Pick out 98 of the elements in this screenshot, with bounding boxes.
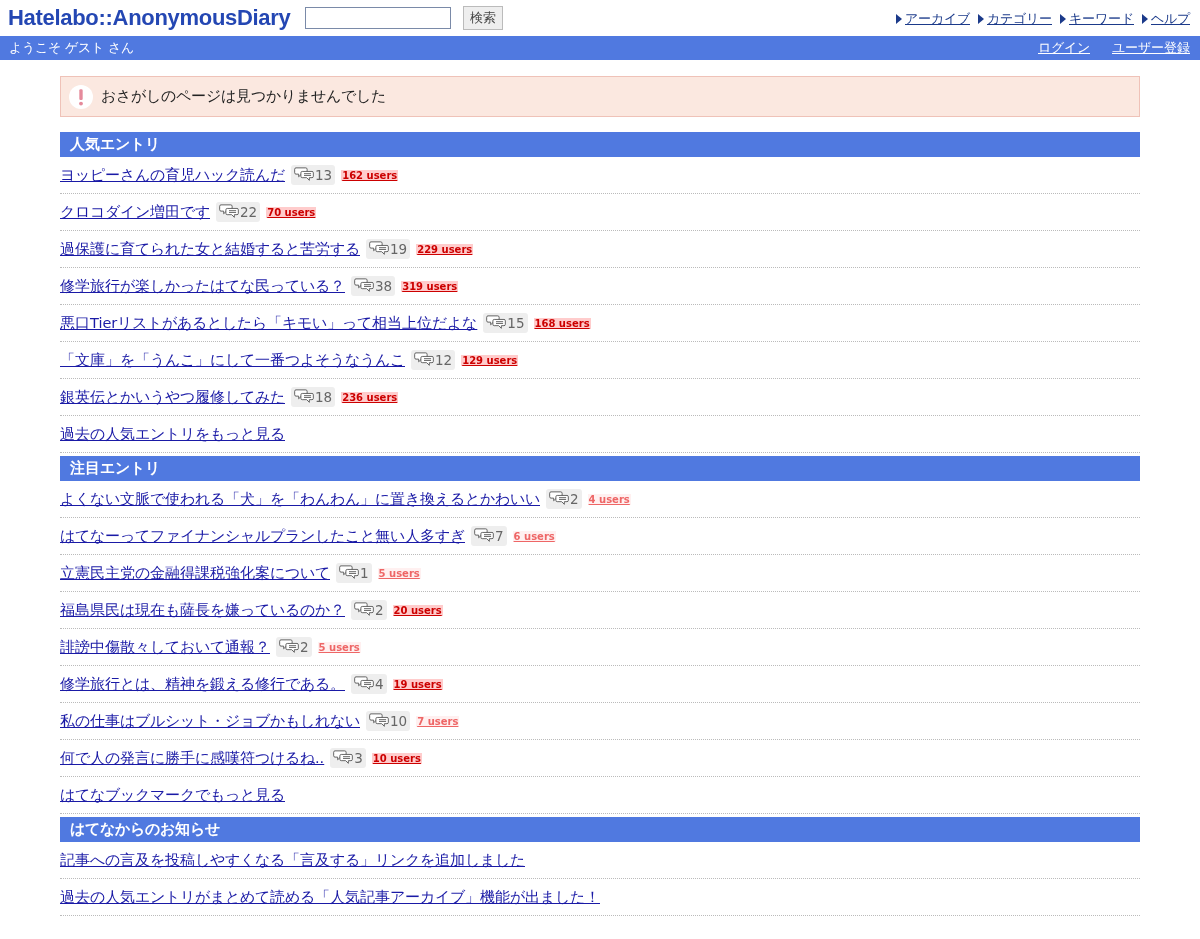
entry-link[interactable]: 過保護に育てられた女と結婚すると苦労する [60,239,360,259]
bookmark-users-link[interactable]: 20 users [392,604,443,616]
user-link[interactable]: ログイン [1038,39,1090,57]
comment-count[interactable]: 18 [291,387,336,407]
entry-link[interactable]: 私の仕事はブルシット・ジョブかもしれない [60,711,360,731]
comment-count[interactable]: 2 [546,489,582,509]
speech-bubbles-icon [219,204,239,220]
bookmark-users-link[interactable]: 5 users [377,567,421,579]
entry-link[interactable]: よくない文脈で使われる「犬」を「わんわん」に置き換えるとかわいい [60,489,540,509]
speech-bubbles-icon [354,278,374,294]
speech-bubbles-icon [474,528,494,544]
section-heading: はてなからのお知らせ [60,817,1140,842]
comment-number: 1 [360,565,369,581]
speech-bubbles-icon [279,639,299,655]
comment-number: 15 [507,315,525,331]
user-link[interactable]: ユーザー登録 [1112,39,1190,57]
entry-link[interactable]: 修学旅行が楽しかったはてな民っている？ [60,276,345,296]
comment-number: 2 [300,639,309,655]
speech-bubbles-icon [354,602,374,618]
nav-link[interactable]: キーワード [1069,10,1134,28]
section-heading: 注目エントリ [60,456,1140,481]
more-link[interactable]: 過去の人気エントリをもっと見る [60,424,285,444]
bookmark-users-link[interactable]: 229 users [416,243,474,255]
comment-count[interactable]: 7 [471,526,507,546]
search-field[interactable] [304,7,451,29]
speech-bubbles-icon [294,167,314,183]
section-heading: 人気エントリ [60,132,1140,157]
bookmark-users-link[interactable]: 4 users [587,493,631,505]
speech-bubbles-icon [333,750,354,766]
bookmark-users-link[interactable]: 5 users [317,641,361,653]
bookmark-users-link[interactable]: 319 users [401,280,459,292]
comment-number: 22 [240,204,258,220]
speech-bubbles-icon [294,389,314,405]
comment-count[interactable]: 12 [411,350,456,370]
comment-number: 18 [315,389,333,405]
entry-link[interactable]: ヨッピーさんの育児ハック読んだ [60,165,285,185]
entry-link[interactable]: 修学旅行とは、精神を鍛える修行である。 [60,674,345,694]
speech-bubbles-icon [339,565,359,581]
comment-number: 3 [354,750,363,766]
comment-count[interactable]: 2 [276,637,312,657]
bookmark-users-link[interactable]: 168 users [533,317,591,329]
comment-number: 10 [390,713,408,729]
comment-number: 2 [570,491,579,507]
comment-number: 4 [375,676,384,692]
alert-message: おさがしのページは見つかりませんでした [101,87,386,106]
search-button[interactable]: 検索 [462,6,503,30]
bookmark-users-link[interactable]: 6 users [512,530,556,542]
arrow-icon [1142,14,1148,24]
comment-count[interactable]: 19 [366,239,411,259]
entry-link[interactable]: はてなーってファイナンシャルプランしたこと無い人多すぎ [60,526,465,546]
bookmark-users-link[interactable]: 19 users [392,678,443,690]
comment-count[interactable]: 38 [351,276,396,296]
bookmark-users-link[interactable]: 70 users [266,206,317,218]
site-logo[interactable]: Hatelabo::AnonymousDiary [8,5,291,31]
speech-bubbles-icon [549,491,569,507]
welcome-text: ようこそ ゲスト さん [9,39,135,57]
exclamation-icon [69,84,93,109]
entry-link[interactable]: 過去の人気エントリがまとめて読める「人気記事アーカイブ」機能が出ました！ [60,887,600,907]
entry-link[interactable]: 記事への言及を投稿しやすくなる「言及する」リンクを追加しました [60,850,525,870]
comment-count[interactable]: 4 [351,674,387,694]
speech-bubbles-icon [369,241,389,257]
entry-link[interactable]: 福島県民は現在も薩長を嫌っているのか？ [60,600,345,620]
entry-link[interactable]: 誹謗中傷散々しておいて通報？ [60,637,270,657]
entry-link[interactable]: クロコダイン増田です [60,202,210,222]
comment-count[interactable]: 1 [336,563,372,583]
entry-link[interactable]: 立憲民主党の金融得課税強化案について [60,563,330,583]
more-link[interactable]: はてなブックマークでもっと見る [60,785,285,805]
entry-link[interactable]: 何で人の発言に勝手に感嘆符つけるね.. [60,748,325,768]
comment-count[interactable]: 15 [483,313,528,333]
comment-count[interactable]: 13 [291,165,336,185]
comment-number: 13 [315,167,333,183]
entry-link[interactable]: 悪口Tierリストがあるとしたら「キモい」って相当上位だよな [60,313,478,333]
comment-number: 2 [375,602,384,618]
nav-link[interactable]: アーカイブ [905,10,970,28]
bookmark-users-link[interactable]: 7 users [416,715,460,727]
entry-link[interactable]: 銀英伝とかいうやつ履修してみた [60,387,285,407]
speech-bubbles-icon [486,315,507,331]
bookmark-users-link[interactable]: 162 users [341,169,399,181]
speech-bubbles-icon [354,676,374,692]
speech-bubbles-icon [414,352,434,368]
comment-number: 7 [495,528,504,544]
nav-link[interactable]: ヘルプ [1151,10,1190,28]
entry-link[interactable]: 「文庫」を「うんこ」にして一番つよそうなうんこ [60,350,405,370]
arrow-icon [896,14,902,24]
bookmark-users-link[interactable]: 10 users [371,752,422,764]
arrow-icon [978,14,984,24]
comment-count[interactable]: 22 [216,202,261,222]
nav-link[interactable]: カテゴリー [987,10,1052,28]
comment-number: 38 [375,278,393,294]
comment-count[interactable]: 3 [330,748,366,768]
comment-number: 19 [390,241,408,257]
comment-count[interactable]: 10 [366,711,411,731]
comment-count[interactable]: 2 [351,600,387,620]
bookmark-users-link[interactable]: 236 users [341,391,399,403]
comment-number: 12 [435,352,453,368]
speech-bubbles-icon [369,713,389,729]
bookmark-users-link[interactable]: 129 users [461,354,519,366]
arrow-icon [1060,14,1066,24]
